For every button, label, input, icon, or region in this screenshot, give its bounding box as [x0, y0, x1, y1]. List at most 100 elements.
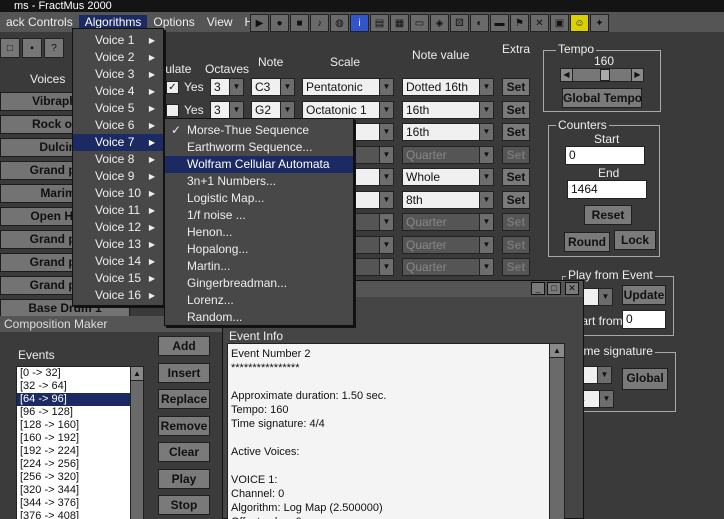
- voice-menu-item[interactable]: Voice 11 ▶: [73, 202, 163, 219]
- round-button[interactable]: Round: [564, 232, 610, 252]
- algorithm-menu-item[interactable]: Random...: [165, 309, 353, 326]
- chevron-down-icon[interactable]: ▼: [379, 169, 393, 185]
- chevron-down-icon[interactable]: ▼: [379, 236, 393, 253]
- extra-set-button[interactable]: Set: [502, 235, 530, 254]
- note-value-select[interactable]: Quarter ▼: [402, 213, 494, 231]
- chevron-down-icon[interactable]: ▼: [379, 191, 393, 208]
- algorithm-menu-item[interactable]: Logistic Map...: [165, 190, 353, 207]
- modulate-checkbox[interactable]: [166, 103, 179, 117]
- note-value-select[interactable]: 16th ▼: [402, 100, 494, 119]
- start-from-field[interactable]: 0: [622, 310, 666, 329]
- voice-menu-item[interactable]: Voice 7 ▶: [73, 134, 163, 151]
- algorithm-menu-item[interactable]: Martin...: [165, 258, 353, 275]
- chevron-down-icon[interactable]: ▼: [479, 146, 493, 163]
- tools-icon[interactable]: ✕: [530, 14, 549, 32]
- event-list-item[interactable]: [344 -> 376]: [17, 497, 135, 510]
- new-file-icon[interactable]: □: [0, 38, 20, 58]
- maximize-icon[interactable]: □: [547, 282, 561, 295]
- remove-button[interactable]: Remove: [158, 415, 210, 436]
- event-list-item[interactable]: [128 -> 160]: [17, 419, 135, 432]
- note-value-select[interactable]: Dotted 16th ▼: [402, 78, 494, 96]
- chevron-down-icon[interactable]: ▼: [379, 214, 393, 230]
- window-icon[interactable]: ▣: [550, 14, 569, 32]
- voice-menu-item[interactable]: Voice 1 ▶: [73, 32, 163, 49]
- lightbulb-icon[interactable]: ✦: [590, 14, 609, 32]
- event-list-item[interactable]: [64 -> 96]: [17, 393, 135, 406]
- flag-icon[interactable]: ⚑: [510, 14, 529, 32]
- chevron-down-icon[interactable]: ▼: [479, 79, 493, 95]
- event-list-item[interactable]: [96 -> 128]: [17, 406, 135, 419]
- menu-playback-controls[interactable]: ack Controls: [0, 15, 79, 29]
- algorithm-menu-item[interactable]: Hopalong...: [165, 241, 353, 258]
- stop-icon[interactable]: ■: [290, 14, 309, 32]
- chevron-down-icon[interactable]: ▼: [479, 101, 493, 118]
- smiley-icon[interactable]: ☺: [570, 14, 589, 32]
- event-list-item[interactable]: [320 -> 344]: [17, 484, 135, 497]
- scroll-up-icon[interactable]: ▲: [550, 344, 564, 358]
- save-icon[interactable]: ▪: [22, 38, 42, 58]
- chart-icon[interactable]: ▤: [370, 14, 389, 32]
- voice-menu-item[interactable]: Voice 16 ▶: [73, 287, 163, 304]
- event-list-item[interactable]: [0 -> 32]: [17, 367, 135, 380]
- chevron-down-icon[interactable]: ▼: [599, 391, 613, 407]
- replace-button[interactable]: Replace: [158, 389, 210, 409]
- voice-menu-item[interactable]: Voice 2 ▶: [73, 49, 163, 66]
- chevron-down-icon[interactable]: ▼: [479, 214, 493, 230]
- voice-menu-item[interactable]: Voice 14 ▶: [73, 253, 163, 270]
- chevron-down-icon[interactable]: ▼: [479, 236, 493, 253]
- chevron-down-icon[interactable]: ▼: [379, 259, 393, 275]
- note-value-select[interactable]: 16th ▼: [402, 123, 494, 141]
- help-icon[interactable]: ?: [44, 38, 64, 58]
- record-icon[interactable]: ●: [270, 14, 289, 32]
- clear-button[interactable]: Clear: [158, 442, 210, 462]
- monitor-icon[interactable]: ▭: [410, 14, 429, 32]
- voice-menu-item[interactable]: Voice 13 ▶: [73, 236, 163, 253]
- chevron-down-icon[interactable]: ▼: [379, 124, 393, 140]
- note-value-select[interactable]: Quarter ▼: [402, 145, 494, 164]
- event-list-item[interactable]: [160 -> 192]: [17, 432, 135, 445]
- extra-set-button[interactable]: Set: [502, 213, 530, 231]
- scale-select[interactable]: Octatonic 1 ▼: [302, 100, 394, 119]
- event-list-item[interactable]: [376 -> 408]: [17, 510, 135, 519]
- start-field[interactable]: 0: [565, 146, 645, 165]
- end-field[interactable]: 1464: [567, 180, 647, 199]
- algorithm-menu-item[interactable]: Lorenz...: [165, 292, 353, 309]
- events-list[interactable]: [0 -> 32] [32 -> 64] [64 -> 96] [96 -> 128]…: [16, 366, 136, 519]
- chevron-down-icon[interactable]: ▼: [379, 101, 393, 118]
- menu-options[interactable]: Options: [147, 15, 200, 29]
- scroll-up-icon[interactable]: ▲: [131, 367, 143, 381]
- note-select[interactable]: C3 ▼: [251, 78, 295, 96]
- menu-view[interactable]: View: [201, 15, 239, 29]
- chevron-down-icon[interactable]: ▼: [479, 191, 493, 208]
- slider-left-arrow-icon[interactable]: ◀: [561, 69, 573, 81]
- chevron-down-icon[interactable]: ▼: [597, 367, 611, 383]
- octave-select[interactable]: 3 ▼: [210, 78, 244, 96]
- global-time-sig-button[interactable]: Global: [622, 368, 668, 390]
- voice-menu-item[interactable]: Voice 6 ▶: [73, 117, 163, 134]
- modulate-checkbox[interactable]: ✓: [166, 81, 179, 94]
- battery-icon[interactable]: ▬: [490, 14, 509, 32]
- events-scrollbar[interactable]: ▲: [130, 366, 144, 519]
- chevron-down-icon[interactable]: ▼: [379, 146, 393, 163]
- event-list-item[interactable]: [32 -> 64]: [17, 380, 135, 393]
- voice-menu-item[interactable]: Voice 12 ▶: [73, 219, 163, 236]
- chevron-down-icon[interactable]: ▼: [479, 124, 493, 140]
- extra-set-button[interactable]: Set: [502, 100, 530, 119]
- chevron-down-icon[interactable]: ▼: [229, 79, 243, 95]
- extra-set-button[interactable]: Set: [502, 258, 530, 276]
- play-icon[interactable]: ▶: [250, 14, 269, 32]
- note-select[interactable]: G2 ▼: [251, 100, 295, 119]
- palette-icon[interactable]: ◈: [430, 14, 449, 32]
- chevron-down-icon[interactable]: ▼: [280, 79, 294, 95]
- lock-button[interactable]: Lock: [614, 230, 656, 250]
- algorithm-menu-item[interactable]: ✓ Morse-Thue Sequence: [165, 122, 353, 139]
- voice-menu-item[interactable]: Voice 9 ▶: [73, 168, 163, 185]
- event-info-scrollbar[interactable]: ▲: [549, 343, 565, 519]
- globe-icon[interactable]: ◍: [330, 14, 349, 32]
- scale-select[interactable]: Pentatonic ▼: [302, 78, 394, 96]
- voice-menu-item[interactable]: Voice 8 ▶: [73, 151, 163, 168]
- slider-thumb[interactable]: [599, 69, 610, 81]
- extra-set-button[interactable]: Set: [502, 168, 530, 186]
- chevron-down-icon[interactable]: ▼: [479, 169, 493, 185]
- chevron-down-icon[interactable]: ▼: [479, 259, 493, 275]
